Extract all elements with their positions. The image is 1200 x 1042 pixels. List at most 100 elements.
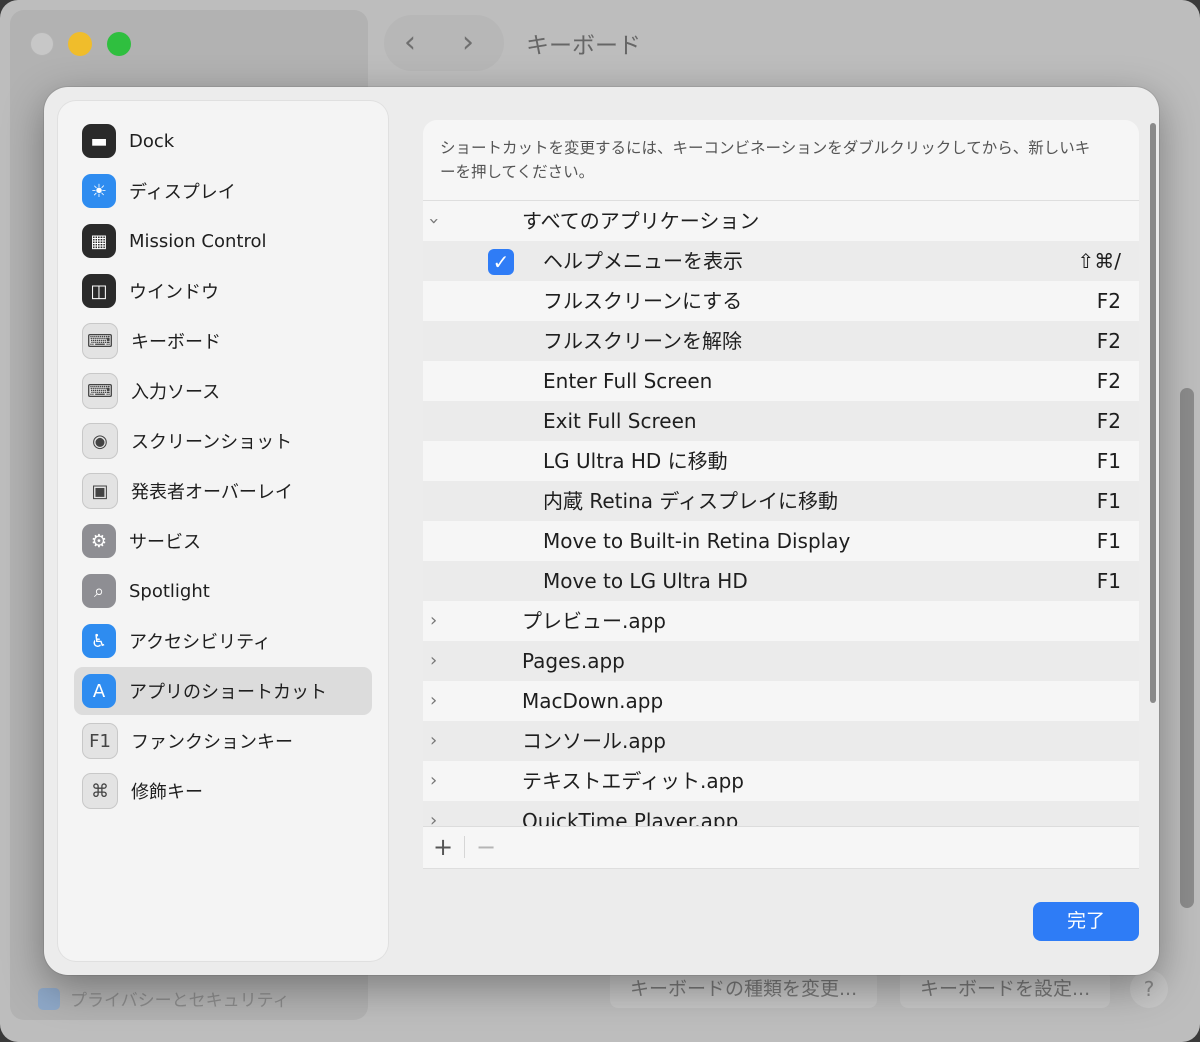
app-group-row[interactable]: › すべてのアプリケーション [423,201,1139,241]
window-title: キーボード [526,33,641,59]
chevron-right-icon[interactable]: › [430,610,437,632]
keyboard-shortcuts-sheet: ▬ Dock ☀ ディスプレイ ▦ Mission Control ◫ ウインドウ ⌨ キーボード… [44,87,1159,975]
sidebar-item[interactable]: ▦ Mission Control [74,217,372,265]
shortcut-key[interactable]: F1 [1097,569,1121,593]
background-scrollbar [1180,388,1194,908]
sidebar-item[interactable]: ▬ Dock [74,117,372,165]
sidebar-item-label: Dock [129,130,175,152]
shortcut-row[interactable]: ✓ ヘルプメニューを表示 ⇧⌘/ [423,241,1139,281]
shortcut-label: フルスクリーンを解除 [543,329,742,353]
chevron-right-icon[interactable]: › [430,730,437,752]
divider [464,836,465,858]
display-icon: ☀ [82,174,116,208]
shortcut-label: Move to Built-in Retina Display [543,529,851,553]
shortcut-key[interactable]: F1 [1097,489,1121,513]
input-source-icon: ⌨ [82,373,118,409]
shortcut-key[interactable]: F2 [1097,289,1121,313]
sidebar-item-label: 修飾キー [131,782,203,803]
back-button[interactable]: ‹ [404,26,416,60]
app-group-row[interactable]: › テキストエディット.app [423,761,1139,801]
app-group-row[interactable]: › MacDown.app [423,681,1139,721]
shortcut-row[interactable]: Move to Built-in Retina Display F1 [423,521,1139,561]
shortcut-label: すべてのアプリケーション [522,209,760,233]
spotlight-icon: ⌕ [82,574,116,608]
help-button[interactable]: ? [1130,970,1168,1008]
shortcut-label: Enter Full Screen [543,369,713,393]
chevron-down-icon[interactable]: › [423,217,445,224]
shortcut-label: Exit Full Screen [543,409,697,433]
screenshot-icon: ◉ [82,423,118,459]
sidebar-item[interactable]: ⌕ Spotlight [74,567,372,615]
shortcut-row[interactable]: Enter Full Screen F2 [423,361,1139,401]
chevron-right-icon[interactable]: › [430,770,437,792]
sidebar-item[interactable]: ⌨ 入力ソース [74,367,372,415]
shortcut-label: Move to LG Ultra HD [543,569,748,593]
sidebar-item-label: ウインドウ [129,282,219,303]
sidebar-item[interactable]: ⌘ 修飾キー [74,767,372,815]
window-minimize-button[interactable] [68,32,92,56]
shortcut-key[interactable]: F2 [1097,369,1121,393]
sidebar-item-label: Spotlight [129,580,210,602]
shortcut-key[interactable]: F2 [1097,329,1121,353]
sidebar-item-label: プライバシーとセキュリティ [70,991,290,1011]
change-keyboard-type-button[interactable]: キーボードの種類を変更... [610,970,878,1008]
window-close-button[interactable] [30,32,54,56]
app-group-row[interactable]: › コンソール.app [423,721,1139,761]
sidebar-item[interactable]: ◉ スクリーンショット [74,417,372,465]
shortcut-key[interactable]: F1 [1097,529,1121,553]
sidebar-item-label: キーボード [131,332,221,353]
enable-shortcut-checkbox[interactable]: ✓ [488,249,514,275]
shortcut-key[interactable]: F2 [1097,409,1121,433]
sidebar-item-label: サービス [129,532,201,553]
presenter-overlay-icon: ▣ [82,473,118,509]
navigation-pill [384,15,504,71]
shortcut-row[interactable]: フルスクリーンにする F2 [423,281,1139,321]
hand-icon [38,987,60,1010]
shortcut-row[interactable]: Exit Full Screen F2 [423,401,1139,441]
sidebar-item[interactable]: ◫ ウインドウ [74,267,372,315]
sidebar-item-privacy[interactable]: プライバシーとセキュリティ [38,986,290,1011]
sidebar-item[interactable]: ♿ アクセシビリティ [74,617,372,665]
chevron-right-icon[interactable]: › [430,690,437,712]
shortcut-row[interactable]: Move to LG Ultra HD F1 [423,561,1139,601]
shortcut-row[interactable]: フルスクリーンを解除 F2 [423,321,1139,361]
done-button[interactable]: 完了 [1033,902,1139,941]
shortcut-label: テキストエディット.app [522,769,745,793]
divider [423,868,1139,869]
app-group-row[interactable]: › Pages.app [423,641,1139,681]
sidebar-item[interactable]: ☀ ディスプレイ [74,167,372,215]
shortcut-row[interactable]: LG Ultra HD に移動 F1 [423,441,1139,481]
sidebar-item[interactable]: ⚙ サービス [74,517,372,565]
remove-shortcut-button[interactable]: − [476,833,496,861]
sidebar-item[interactable]: F1 ファンクションキー [74,717,372,765]
sidebar-item-label: 発表者オーバーレイ [131,482,293,503]
app-shortcuts-icon: A [82,674,116,708]
sidebar-item[interactable]: A アプリのショートカット [74,667,372,715]
shortcut-label: Pages.app [522,649,625,673]
shortcut-row[interactable]: 内蔵 Retina ディスプレイに移動 F1 [423,481,1139,521]
shortcut-key[interactable]: ⇧⌘/ [1078,249,1122,273]
sidebar-item[interactable]: ⌨ キーボード [74,317,372,365]
chevron-right-icon[interactable]: › [430,650,437,672]
sidebar-item-label: スクリーンショット [131,432,293,453]
shortcut-label: コンソール.app [522,729,667,753]
sidebar-item-label: Mission Control [129,230,267,252]
list-toolbar: + − [423,826,1139,868]
shortcuts-sidebar: ▬ Dock ☀ ディスプレイ ▦ Mission Control ◫ ウインドウ ⌨ キーボード… [58,101,388,961]
keyboard-icon: ⌨ [82,323,118,359]
accessibility-icon: ♿ [82,624,116,658]
sidebar-item-label: ファンクションキー [131,732,293,753]
setup-keyboard-button[interactable]: キーボードを設定... [900,970,1111,1008]
list-scrollbar[interactable] [1150,123,1156,703]
app-group-row[interactable]: › プレビュー.app [423,601,1139,641]
shortcut-key[interactable]: F1 [1097,449,1121,473]
sidebar-item[interactable]: ▣ 発表者オーバーレイ [74,467,372,515]
add-shortcut-button[interactable]: + [433,833,453,861]
dock-icon: ▬ [82,124,116,158]
window-zoom-button[interactable] [107,32,131,56]
shortcut-label: MacDown.app [522,689,664,713]
sidebar-item-label: ディスプレイ [129,182,236,203]
services-icon: ⚙ [82,524,116,558]
mission-control-icon: ▦ [82,224,116,258]
forward-button[interactable]: › [462,26,474,60]
